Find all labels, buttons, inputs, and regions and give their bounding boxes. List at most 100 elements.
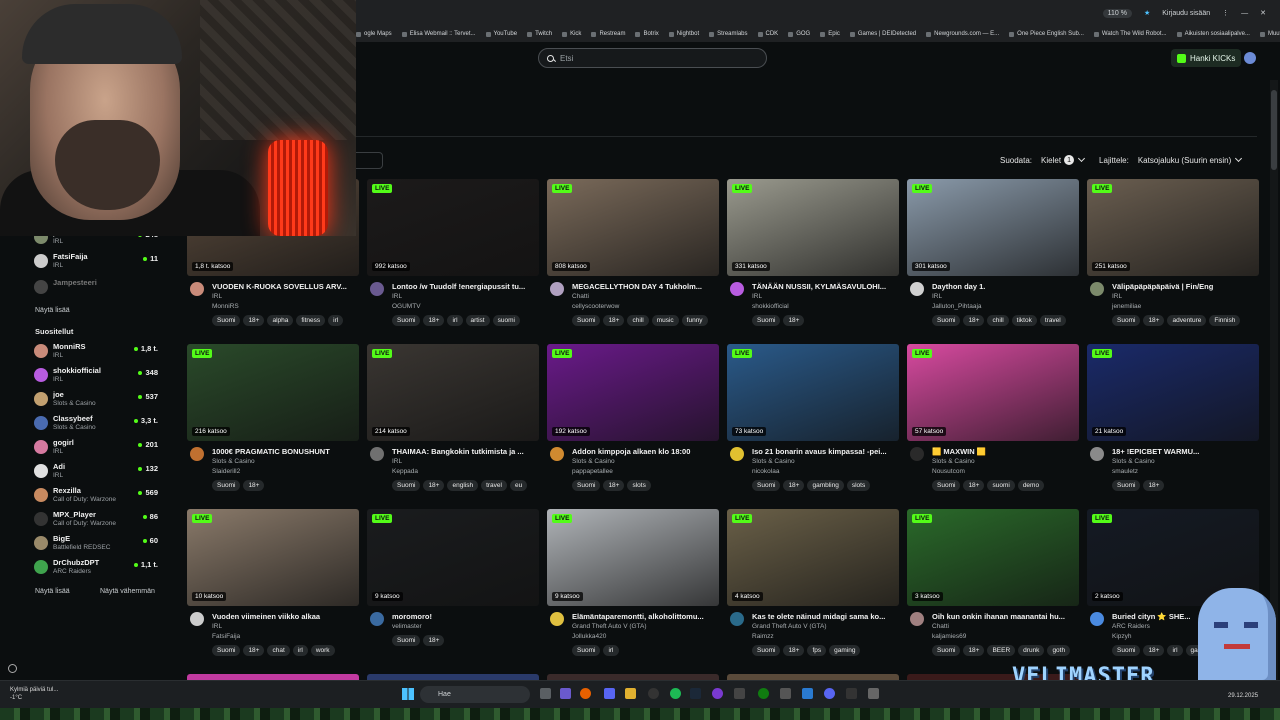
channel-avatar[interactable] xyxy=(550,282,564,296)
stream-category[interactable]: IRL xyxy=(212,623,222,630)
stream-card[interactable]: LIVE 57 katsoo 🟨 MAXWIN 🟨 Slots & Casino Nou… xyxy=(907,344,1079,499)
sidebar-channel[interactable]: Jampesteeri xyxy=(34,278,158,300)
channel-avatar[interactable] xyxy=(190,282,204,296)
tag-chip[interactable]: Suomi xyxy=(932,645,961,656)
stream-title[interactable]: Kas te olete näinud midagi sama ko... xyxy=(752,612,899,621)
tag-chip[interactable]: artist xyxy=(465,315,490,326)
stream-title[interactable]: Vuoden viimeinen viikko alkaa xyxy=(212,612,359,621)
spotify-icon[interactable] xyxy=(670,688,681,699)
tag-chip[interactable]: 18+ xyxy=(423,480,445,491)
stream-thumbnail[interactable]: LIVE 251 katsoo xyxy=(1087,179,1259,276)
channel-name[interactable]: Nousutcom xyxy=(932,468,965,475)
stream-title[interactable]: Välipäpäpäpäpäivä | Fin/Eng xyxy=(1112,282,1259,291)
channel-name[interactable]: Jalluton_Pihtaaja xyxy=(932,303,982,310)
bookmark-item[interactable]: Restream xyxy=(591,31,625,37)
sidebar-channel[interactable]: gogirl IRL 201 xyxy=(34,438,158,460)
discord-icon[interactable] xyxy=(604,688,615,699)
task-view-icon[interactable] xyxy=(540,688,551,699)
tag-chip[interactable]: Suomi xyxy=(1112,315,1141,326)
channel-name[interactable]: smauletz xyxy=(1112,468,1138,475)
stream-thumbnail[interactable]: LIVE 3 katsoo xyxy=(907,509,1079,606)
stream-category[interactable]: IRL xyxy=(212,293,222,300)
stream-category[interactable]: Slots & Casino xyxy=(752,458,795,465)
tag-chip[interactable]: work xyxy=(310,645,335,656)
sort-dropdown[interactable]: Katsojaluku (Suurin ensin) xyxy=(1135,154,1244,165)
tag-chip[interactable]: irl xyxy=(292,645,308,656)
tag-chip[interactable]: 18+ xyxy=(963,645,985,656)
stream-title[interactable]: Oih kun onkin ihanan maanantai hu... xyxy=(932,612,1079,621)
tag-chip[interactable]: alpha xyxy=(267,315,294,326)
tag-chip[interactable]: gambling xyxy=(807,480,844,491)
tag-chip[interactable]: Suomi xyxy=(932,315,961,326)
stream-category[interactable]: IRL xyxy=(932,293,942,300)
bookmark-item[interactable]: Streamlabs xyxy=(709,31,747,37)
stream-thumbnail[interactable]: LIVE 216 katsoo xyxy=(187,344,359,441)
page-scrollbar[interactable] xyxy=(1270,80,1278,680)
bookmark-item[interactable]: Botrix xyxy=(635,31,658,37)
stream-card[interactable]: LIVE 251 katsoo Välipäpäpäpäpäivä | Fin/En… xyxy=(1087,179,1259,334)
zoom-indicator[interactable]: 110 % xyxy=(1102,8,1132,18)
bookmark-item[interactable]: Elisa Webmail :: Tervet... xyxy=(402,31,476,37)
tag-chip[interactable]: 18+ xyxy=(1143,645,1165,656)
star-icon[interactable]: ★ xyxy=(1144,9,1150,17)
stream-card[interactable]: LIVE 4 katsoo Kas te olete näinud midagi s… xyxy=(727,509,899,664)
channel-avatar[interactable] xyxy=(1090,282,1104,296)
stream-card[interactable]: LIVE 10 katsoo Vuoden viimeinen viikko alk… xyxy=(187,509,359,664)
taskbar-date[interactable]: 29.12.2025 xyxy=(1228,693,1258,699)
tag-chip[interactable]: 18+ xyxy=(783,480,805,491)
tag-chip[interactable]: suomi xyxy=(492,315,520,326)
bookmark-item[interactable]: Games | DEIDetected xyxy=(850,31,916,37)
app-icon[interactable] xyxy=(712,688,723,699)
tag-chip[interactable]: 18+ xyxy=(423,635,445,646)
sidebar-channel[interactable]: MonniRS IRL 1,8 t. xyxy=(34,342,158,364)
search-input[interactable]: Etsi xyxy=(538,48,767,68)
stream-thumbnail[interactable]: LIVE 57 katsoo xyxy=(907,344,1079,441)
stream-category[interactable]: Slots & Casino xyxy=(1112,458,1155,465)
stream-thumbnail[interactable]: LIVE 9 katsoo xyxy=(547,509,719,606)
stream-thumbnail[interactable]: LIVE 192 katsoo xyxy=(547,344,719,441)
tag-chip[interactable]: slots xyxy=(627,480,651,491)
channel-name[interactable]: shokkiofficial xyxy=(752,303,789,310)
stream-category[interactable]: IRL xyxy=(392,458,402,465)
tag-chip[interactable]: Suomi xyxy=(212,645,241,656)
sidebar-channel[interactable]: shokkiofficial IRL 348 xyxy=(34,366,158,388)
show-more-button[interactable]: Näytä lisää xyxy=(35,588,70,595)
stream-title[interactable]: 18+ !EPICBET WARMU... xyxy=(1112,447,1259,456)
tag-chip[interactable]: 18+ xyxy=(783,315,805,326)
stream-category[interactable]: Slots & Casino xyxy=(572,458,615,465)
languages-dropdown[interactable]: Kielet 1 xyxy=(1038,154,1087,165)
tag-chip[interactable]: Suomi xyxy=(392,315,421,326)
channel-name[interactable]: Jollukka420 xyxy=(572,633,606,640)
sidebar-channel[interactable]: Adi IRL 132 xyxy=(34,462,158,484)
tag-chip[interactable]: english xyxy=(447,480,479,491)
tag-chip[interactable]: fitness xyxy=(296,315,326,326)
tag-chip[interactable]: 18+ xyxy=(243,315,265,326)
windows-start-icon[interactable] xyxy=(402,688,414,700)
stream-card[interactable]: LIVE 992 katsoo Lontoo /w Tuudolf !energia… xyxy=(367,179,539,334)
tag-chip[interactable]: BEER xyxy=(987,645,1016,656)
bookmark-item[interactable]: Aikuisten sosiaalipalve... xyxy=(1177,31,1250,37)
channel-name[interactable]: Raimzz xyxy=(752,633,774,640)
channel-avatar[interactable] xyxy=(190,447,204,461)
stream-card[interactable]: LIVE 9 katsoo Elämäntaparemontti, alkoholi… xyxy=(547,509,719,664)
tag-chip[interactable]: Suomi xyxy=(572,480,601,491)
sidebar-channel[interactable]: BigE Battlefield REDSEC 60 xyxy=(34,534,158,556)
stream-card[interactable]: LIVE 331 katsoo TÄNÄÄN NUSSII, KYLMÄSAVULO… xyxy=(727,179,899,334)
stream-title[interactable]: THAIMAA: Bangkokin tutkimista ja ... xyxy=(392,447,539,456)
tag-chip[interactable]: 18+ xyxy=(783,645,805,656)
bookmark-item[interactable]: ogle Maps xyxy=(356,31,392,37)
stream-category[interactable]: IRL xyxy=(392,293,402,300)
tag-chip[interactable]: 18+ xyxy=(1143,315,1165,326)
sidebar-channel[interactable]: DrChubzDPT ARC Raiders 1,1 t. xyxy=(34,558,158,580)
tag-chip[interactable]: fps xyxy=(807,645,827,656)
show-less-button[interactable]: Näytä vähemmän xyxy=(100,588,155,595)
tag-chip[interactable]: irl xyxy=(328,315,344,326)
stream-title[interactable]: 1000€ PRAGMATIC BONUSHUNT xyxy=(212,447,359,456)
tag-chip[interactable]: gaming xyxy=(829,645,861,656)
channel-avatar[interactable] xyxy=(910,447,924,461)
stream-thumbnail[interactable]: LIVE 9 katsoo xyxy=(367,509,539,606)
stream-title[interactable]: MEGACELLYTHON DAY 4 Tukholm... xyxy=(572,282,719,291)
tag-chip[interactable]: Suomi xyxy=(1112,480,1141,491)
channel-name[interactable]: pappapetallee xyxy=(572,468,613,475)
sidebar-channel[interactable]: joe Slots & Casino 537 xyxy=(34,390,158,412)
